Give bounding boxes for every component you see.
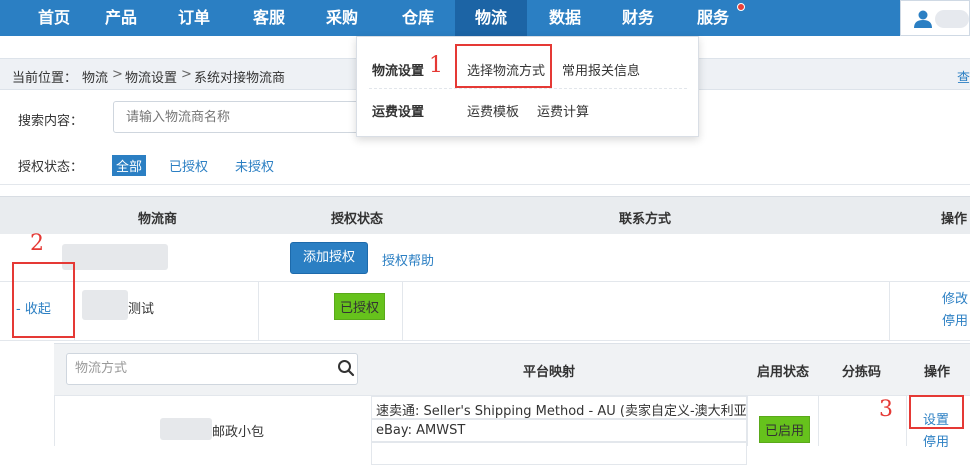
auth-status-label: 授权状态：	[18, 160, 84, 175]
sub-header-status: 启用状态	[757, 365, 810, 380]
nav-item-purchase[interactable]: 采购	[306, 0, 378, 36]
row-divider	[0, 281, 970, 282]
enabled-badge: 已启用	[759, 416, 811, 443]
annotation-box-2	[12, 262, 75, 338]
dropdown-group-freight-settings: 运费设置	[372, 105, 425, 120]
user-icon	[914, 10, 932, 28]
platform-mapping-more	[371, 442, 747, 465]
search-icon[interactable]	[337, 359, 355, 377]
filter-all[interactable]: 全部	[112, 155, 147, 176]
dropdown-freight-calc[interactable]: 运费计算	[537, 101, 589, 120]
disable-method-link[interactable]: 停用	[923, 431, 949, 450]
platform-mapping-aliexpress: 速卖通: Seller's Shipping Method - AU (卖家自定…	[371, 396, 747, 419]
dropdown-freight-template[interactable]: 运费模板	[467, 101, 519, 120]
breadcrumb-prefix: 当前位置：	[12, 71, 78, 86]
notification-dot	[737, 3, 745, 11]
status-badge: 已授权	[334, 293, 386, 320]
nav-item-service[interactable]: 客服	[233, 0, 305, 36]
dropdown-divider	[369, 88, 687, 89]
annotation-box-1	[455, 44, 552, 88]
breadcrumb-level3: 系统对接物流商	[194, 71, 286, 86]
header-carrier: 物流商	[138, 212, 178, 227]
breadcrumb-right-link[interactable]: 查	[957, 67, 970, 86]
annotation-number-1: 1	[429, 53, 443, 78]
annotation-number-3: 3	[879, 397, 893, 422]
annotation-number-2: 2	[30, 231, 44, 256]
breadcrumb-sep: >	[112, 67, 123, 82]
row-name-blurred	[82, 290, 128, 320]
cell-divider	[818, 396, 819, 446]
filter-unauthorized[interactable]: 未授权	[235, 156, 274, 175]
sub-header-actions: 操作	[924, 365, 951, 380]
dropdown-group-logistics-settings: 物流设置	[372, 64, 425, 79]
breadcrumb-level2[interactable]: 物流设置	[125, 67, 177, 86]
nav-item-home[interactable]: 首页	[18, 0, 90, 36]
user-menu[interactable]	[900, 0, 970, 36]
row-divider	[0, 340, 970, 341]
header-contact: 联系方式	[619, 212, 672, 227]
filter-authorized[interactable]: 已授权	[169, 156, 208, 175]
top-nav: 首页 产品 订单 客服 采购 仓库 物流 数据 财务 服务	[0, 0, 970, 36]
nav-item-product[interactable]: 产品	[85, 0, 157, 36]
disable-link[interactable]: 停用	[942, 310, 968, 329]
breadcrumb-level1[interactable]: 物流	[82, 67, 108, 86]
cell-divider	[402, 282, 403, 340]
search-label: 搜索内容：	[18, 114, 84, 129]
carrier-name-blurred	[62, 244, 168, 270]
platform-mapping-ebay: eBay: AMWST	[371, 419, 747, 442]
nav-item-order[interactable]: 订单	[158, 0, 230, 36]
nav-item-warehouse[interactable]: 仓库	[382, 0, 454, 36]
nav-item-logistics[interactable]: 物流	[455, 0, 527, 36]
header-auth-status: 授权状态	[331, 212, 384, 227]
auth-help-link[interactable]: 授权帮助	[382, 250, 434, 269]
annotation-box-3	[909, 395, 964, 429]
sub-header-sort-code: 分拣码	[842, 365, 882, 380]
edit-link[interactable]: 修改	[942, 288, 968, 307]
table-header: 物流商 授权状态 联系方式 操作	[0, 196, 970, 234]
sub-header-mapping: 平台映射	[523, 365, 576, 380]
add-auth-button[interactable]: 添加授权	[290, 242, 368, 274]
nav-item-data[interactable]: 数据	[529, 0, 601, 36]
cell-divider	[906, 396, 907, 446]
shipping-method-search[interactable]: 物流方式	[66, 353, 358, 385]
header-actions: 操作	[941, 212, 968, 227]
user-name-blurred	[935, 10, 969, 28]
nav-item-finance[interactable]: 财务	[602, 0, 674, 36]
row-name: 测试	[128, 302, 155, 317]
cell-divider	[747, 396, 748, 446]
dropdown-customs-info[interactable]: 常用报关信息	[562, 60, 640, 79]
cell-divider	[889, 282, 890, 340]
cell-divider	[258, 282, 259, 340]
breadcrumb-sep: >	[181, 67, 192, 82]
method-name: 邮政小包	[212, 425, 265, 440]
method-name-blurred	[160, 418, 212, 440]
